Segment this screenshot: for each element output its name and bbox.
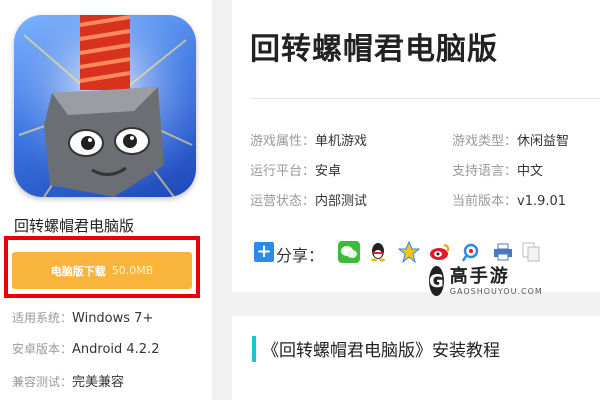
watermark-text: 高手游 GAOSHOUYOU.COM (449, 265, 543, 296)
meta-key: 适用系统： (12, 311, 73, 325)
download-label: 电脑版下载 (50, 264, 106, 278)
meta-row-compat: 兼容测试：完美兼容 (12, 371, 124, 390)
info-language: 支持语言：中文 (452, 160, 543, 179)
info-value: 中文 (517, 164, 544, 179)
info-value: 单机游戏 (315, 134, 368, 149)
meta-value: Windows 7+ (72, 311, 154, 326)
info-version: 当前版本：v1.9.01 (452, 190, 566, 209)
gaoshouyou-logo-icon: G (429, 266, 444, 296)
meta-row-android: 安卓版本：Android 4.2.2 (12, 340, 160, 357)
tutorial-panel: 《回转螺帽君电脑版》安装教程 (232, 316, 600, 400)
info-key: 当前版本： (452, 194, 518, 209)
watermark-domain: GAOSHOUYOU.COM (449, 286, 543, 296)
info-key: 游戏属性： (250, 134, 316, 149)
wechat-icon[interactable] (338, 241, 360, 263)
watermark-logo: G 高手游 GAOSHOUYOU.COM (419, 258, 542, 304)
meta-row-system: 适用系统：Windows 7+ (12, 309, 153, 326)
watermark-name: 高手游 (449, 265, 510, 287)
info-key: 运行平台： (250, 164, 316, 179)
meta-key: 安卓版本： (12, 342, 73, 356)
info-key: 运营状态： (250, 194, 316, 209)
info-status: 运营状态：内部测试 (250, 190, 367, 209)
qzone-icon[interactable] (398, 241, 420, 263)
left-panel: 回转螺帽君电脑版 电脑版下载 50.0MB 适用系统：Windows 7+ 安卓… (0, 0, 212, 400)
tutorial-title[interactable]: 《回转螺帽君电脑版》安装教程 (262, 336, 500, 361)
info-key: 支持语言： (452, 164, 518, 179)
info-value: 内部测试 (315, 194, 368, 209)
download-size: 50.0MB (111, 264, 154, 277)
divider (250, 98, 600, 99)
qq-icon[interactable] (367, 241, 389, 263)
meta-key: 兼容测试： (12, 375, 73, 389)
meta-value: 完美兼容 (72, 375, 125, 390)
share-label: 分享： (276, 246, 325, 265)
info-value: v1.9.01 (517, 194, 567, 209)
app-title: 回转螺帽君电脑版 (14, 217, 135, 235)
meta-value: Android 4.2.2 (72, 342, 160, 357)
info-key: 游戏类型： (452, 134, 518, 149)
app-icon[interactable] (14, 15, 196, 197)
share-plus-icon[interactable]: + (254, 242, 274, 262)
page-title: 回转螺帽君电脑版 (250, 32, 498, 67)
game-artwork-icon (14, 15, 196, 197)
info-attribute: 游戏属性：单机游戏 (250, 130, 367, 149)
info-value: 休闲益智 (517, 134, 570, 149)
info-type: 游戏类型：休闲益智 (452, 130, 569, 149)
info-value: 安卓 (315, 164, 342, 179)
game-info-panel: 回转螺帽君电脑版 游戏属性：单机游戏 游戏类型：休闲益智 运行平台：安卓 支持语… (232, 0, 600, 292)
accent-bar (252, 336, 256, 362)
info-platform: 运行平台：安卓 (250, 160, 341, 179)
pc-download-button[interactable]: 电脑版下载 50.0MB (12, 252, 192, 289)
